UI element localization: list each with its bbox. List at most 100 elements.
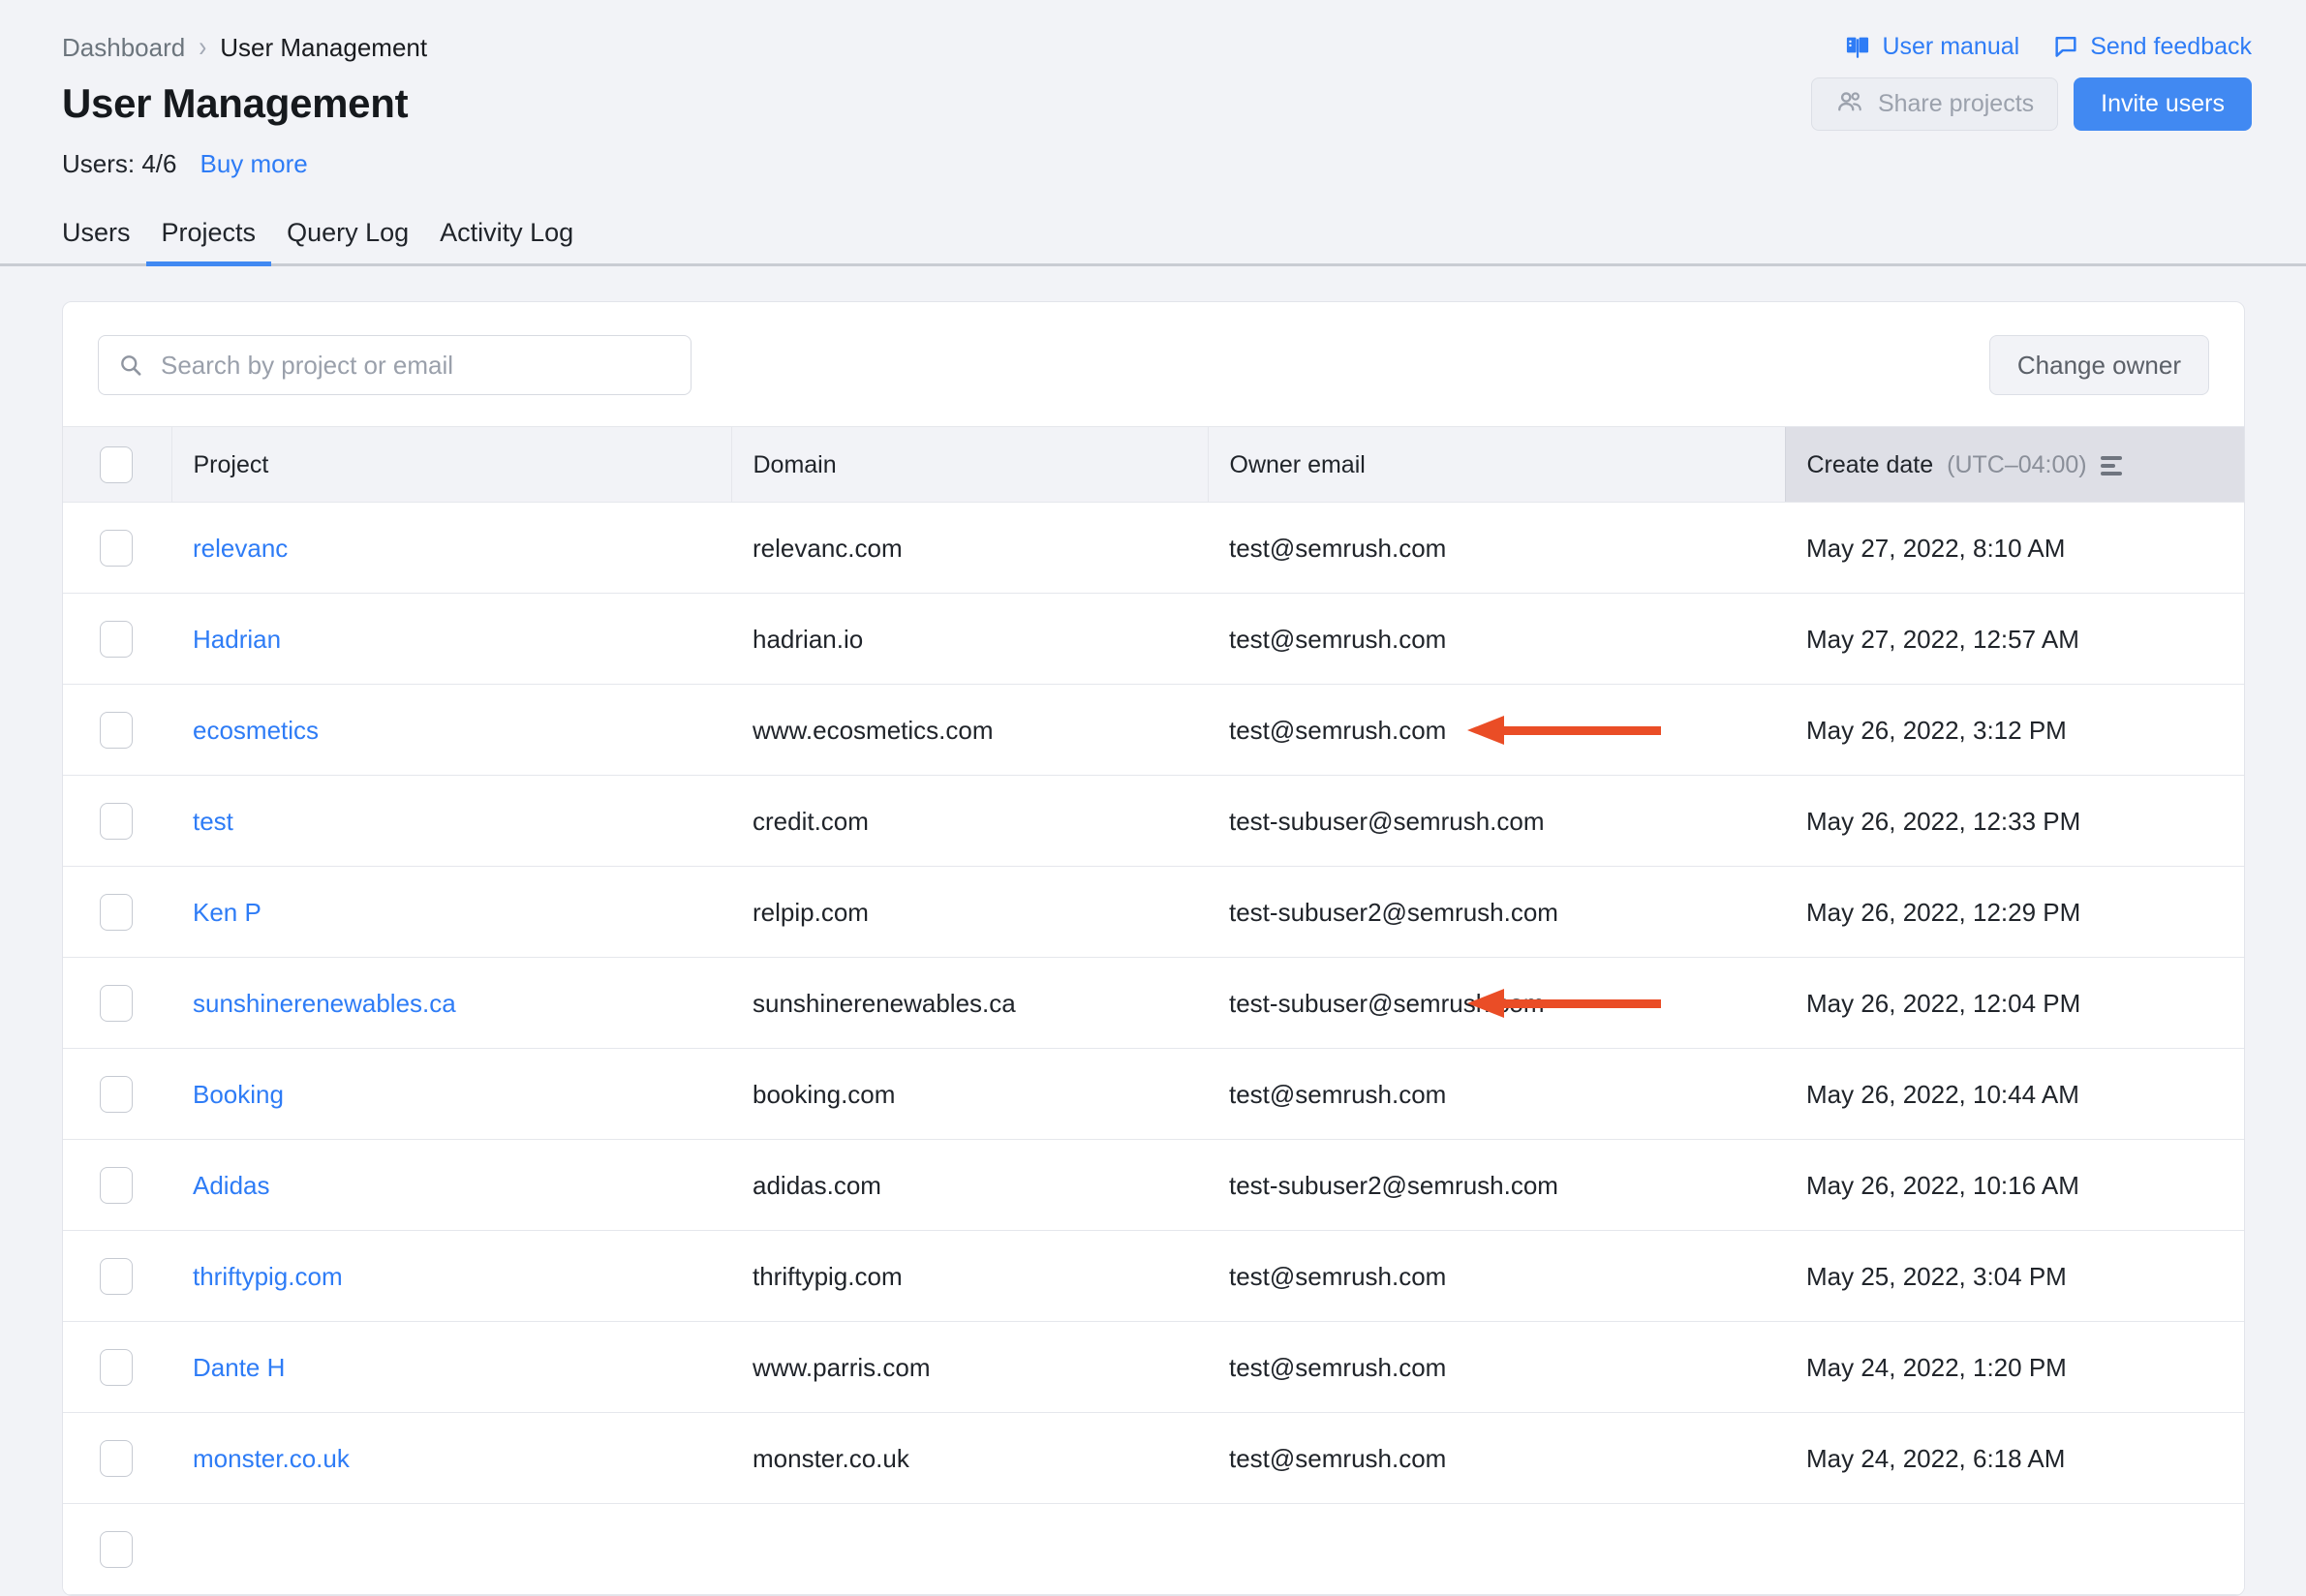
row-checkbox[interactable] <box>100 803 133 840</box>
table-header: Project Domain Owner email Create date (… <box>63 427 2244 503</box>
search-box[interactable] <box>98 335 692 395</box>
cell-owner-email: test-subuser@semrush.com <box>1208 776 1785 867</box>
breadcrumb-item-dashboard[interactable]: Dashboard <box>62 33 185 62</box>
book-icon <box>1844 33 1871 60</box>
row-select-cell <box>63 1504 171 1595</box>
send-feedback-link[interactable]: Send feedback <box>2052 33 2252 60</box>
change-owner-button[interactable]: Change owner <box>1989 335 2209 395</box>
project-link[interactable]: Hadrian <box>193 625 281 654</box>
select-all-header <box>63 427 171 503</box>
cell-project <box>171 1504 731 1595</box>
invite-users-button[interactable]: Invite users <box>2074 77 2252 131</box>
cell-create-date: May 26, 2022, 12:29 PM <box>1785 867 2244 958</box>
project-link[interactable]: Booking <box>193 1080 284 1109</box>
row-checkbox[interactable] <box>100 1167 133 1204</box>
column-header-domain[interactable]: Domain <box>731 427 1208 503</box>
cell-domain: adidas.com <box>731 1140 1208 1231</box>
row-select-cell <box>63 1413 171 1504</box>
cell-project: thriftypig.com <box>171 1231 731 1322</box>
row-select-cell <box>63 1049 171 1140</box>
row-checkbox[interactable] <box>100 1349 133 1386</box>
table-row[interactable]: Hadrianhadrian.iotest@semrush.comMay 27,… <box>63 594 2244 685</box>
share-projects-button[interactable]: Share projects <box>1811 77 2058 131</box>
row-checkbox[interactable] <box>100 1076 133 1113</box>
project-link[interactable]: sunshinerenewables.ca <box>193 989 456 1018</box>
table-row[interactable]: test credit.comtest-subuser@semrush.comMa… <box>63 776 2244 867</box>
table-row[interactable]: ecosmeticswww.ecosmetics.comtest@semrush… <box>63 685 2244 776</box>
row-checkbox[interactable] <box>100 1440 133 1477</box>
table-row[interactable]: monster.co.ukmonster.co.uktest@semrush.c… <box>63 1413 2244 1504</box>
cell-domain: www.ecosmetics.com <box>731 685 1208 776</box>
tab-bar: UsersProjectsQuery Log Activity Log <box>0 217 2306 263</box>
sort-descending-icon[interactable] <box>2101 456 2122 476</box>
project-link[interactable]: ecosmetics <box>193 716 319 745</box>
owner-email-text: test-subuser2@semrush.com <box>1229 898 1558 927</box>
table-row[interactable]: thriftypig.comthriftypig.comtest@semrush… <box>63 1231 2244 1322</box>
cell-project: Dante H <box>171 1322 731 1413</box>
tab-users[interactable]: Users <box>46 217 146 266</box>
cell-project: Hadrian <box>171 594 731 685</box>
cell-project: Adidas <box>171 1140 731 1231</box>
column-header-project[interactable]: Project <box>171 427 731 503</box>
project-link[interactable]: thriftypig.com <box>193 1262 343 1291</box>
projects-table: Project Domain Owner email Create date (… <box>63 426 2244 1595</box>
cell-project: Booking <box>171 1049 731 1140</box>
cell-domain: booking.com <box>731 1049 1208 1140</box>
project-link[interactable]: Dante H <box>193 1353 285 1382</box>
project-link[interactable]: Adidas <box>193 1171 270 1200</box>
row-select-cell <box>63 685 171 776</box>
column-header-create-date[interactable]: Create date (UTC–04:00) <box>1785 427 2244 503</box>
table-header-row: Project Domain Owner email Create date (… <box>63 427 2244 503</box>
column-header-owner-email[interactable]: Owner email <box>1208 427 1785 503</box>
page-header: Dashboard › User Management User Managem… <box>0 0 2306 266</box>
table-row[interactable]: Booking booking.com test@semrush.com May 26… <box>63 1049 2244 1140</box>
row-checkbox[interactable] <box>100 1258 133 1295</box>
cell-create-date: May 26, 2022, 12:33 PM <box>1785 776 2244 867</box>
cell-owner-email: test@semrush.com <box>1208 1322 1785 1413</box>
cell-domain: credit.com <box>731 776 1208 867</box>
cell-project: test <box>171 776 731 867</box>
row-checkbox[interactable] <box>100 712 133 749</box>
table-row[interactable]: Dante Hwww.parris.comtest@semrush.comMay… <box>63 1322 2244 1413</box>
user-manual-link[interactable]: User manual <box>1844 33 2019 60</box>
row-checkbox[interactable] <box>100 621 133 658</box>
row-checkbox[interactable] <box>100 1531 133 1568</box>
search-input[interactable] <box>159 350 671 382</box>
content-area: Change owner Project Domain Owner email … <box>0 266 2306 1596</box>
tab-query-log[interactable]: Query Log <box>271 217 424 266</box>
share-projects-label: Share projects <box>1878 92 2034 116</box>
user-manual-label: User manual <box>1882 33 2019 60</box>
tab-label: Activity Log <box>440 218 573 247</box>
project-link[interactable]: monster.co.uk <box>193 1444 350 1473</box>
table-row[interactable]: relevancrelevanc.comtest@semrush.comMay … <box>63 503 2244 594</box>
owner-email-text: test@semrush.com <box>1229 1353 1446 1382</box>
table-row[interactable]: sunshinerenewables.casunshinerenewables.… <box>63 958 2244 1049</box>
cell-create-date <box>1785 1504 2244 1595</box>
cell-project: Ken P <box>171 867 731 958</box>
tab-activity-log[interactable]: Activity Log <box>424 217 589 266</box>
select-all-checkbox[interactable] <box>100 446 133 483</box>
project-link[interactable]: test <box>193 807 233 836</box>
header-links: User manual Send feedback <box>1811 33 2252 60</box>
header-actions: User manual Send feedback <box>1811 33 2252 131</box>
project-link[interactable]: relevanc <box>193 534 288 563</box>
cell-owner-email: test-subuser@semrush.com <box>1208 958 1785 1049</box>
annotation-arrow-icon <box>1467 716 1661 745</box>
owner-email-text: test-subuser2@semrush.com <box>1229 1171 1558 1200</box>
row-checkbox[interactable] <box>100 894 133 931</box>
project-link[interactable]: Ken P <box>193 898 261 927</box>
buy-more-link[interactable]: Buy more <box>200 149 308 178</box>
cell-domain: thriftypig.com <box>731 1231 1208 1322</box>
row-checkbox[interactable] <box>100 985 133 1022</box>
cell-project: sunshinerenewables.ca <box>171 958 731 1049</box>
tab-projects[interactable]: Projects <box>146 217 272 266</box>
table-row[interactable]: Adidas adidas.com test-subuser2@semrush.co… <box>63 1140 2244 1231</box>
table-row[interactable]: Ken Prelpip.comtest-subuser2@semrush.com… <box>63 867 2244 958</box>
cell-create-date: May 26, 2022, 10:44 AM <box>1785 1049 2244 1140</box>
owner-email-text: test@semrush.com <box>1229 1080 1446 1109</box>
row-checkbox[interactable] <box>100 530 133 567</box>
cell-owner-email: test@semrush.com <box>1208 594 1785 685</box>
users-count-label: Users: 4/6 <box>62 149 177 178</box>
table-row[interactable] <box>63 1504 2244 1595</box>
cell-create-date: May 25, 2022, 3:04 PM <box>1785 1231 2244 1322</box>
